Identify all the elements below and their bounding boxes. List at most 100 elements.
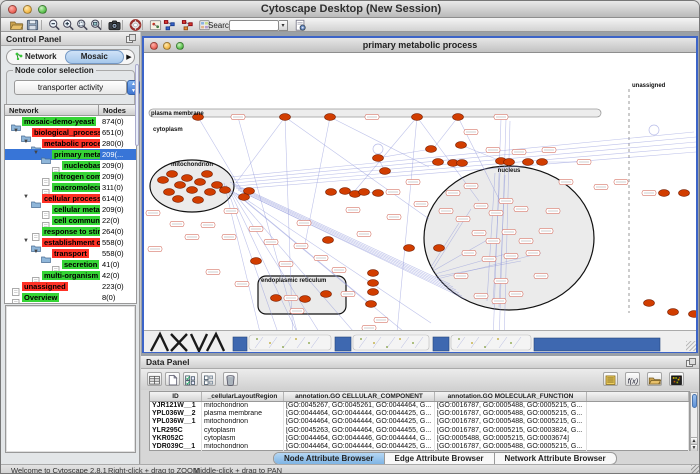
- gene-node[interactable]: [271, 295, 282, 302]
- gene-node[interactable]: [504, 159, 515, 166]
- float-data-panel-icon[interactable]: [686, 358, 696, 367]
- open-session-button[interactable]: [9, 19, 24, 31]
- gene-node[interactable]: [359, 189, 370, 196]
- gene-node[interactable]: [202, 171, 213, 178]
- tree-row-multi-organism-pro[interactable]: multi-organism pro42(0): [5, 270, 136, 281]
- gene-node[interactable]: [205, 189, 216, 196]
- expander-icon[interactable]: ▼: [23, 194, 29, 200]
- search-dropdown-button[interactable]: ▾: [279, 20, 288, 31]
- gene-node[interactable]: [433, 159, 444, 166]
- network-canvas[interactable]: plasma membranecytoplasmmitochondrionnuc…: [144, 53, 696, 330]
- strip-selected-block[interactable]: [233, 337, 247, 351]
- tree-column-nodes[interactable]: Nodes: [98, 104, 137, 116]
- column-header[interactable]: [587, 392, 689, 401]
- gene-node[interactable]: [280, 114, 291, 121]
- help-button[interactable]: [128, 19, 143, 31]
- gene-node[interactable]: [456, 142, 467, 149]
- tree-row-cellular-process[interactable]: ▼cellular process614(0): [5, 193, 136, 204]
- expander-icon[interactable]: ▼: [23, 238, 29, 244]
- snapshot-button[interactable]: [107, 19, 122, 31]
- expander-icon[interactable]: ▼: [33, 150, 39, 156]
- strip-selected-block[interactable]: [335, 337, 351, 351]
- tab-overflow-arrow[interactable]: ▶: [124, 53, 134, 61]
- tree-scrollbar[interactable]: [135, 64, 139, 146]
- table-row[interactable]: YDR039C__1mitochondrion[GO:0044464, GO:0…: [150, 443, 689, 451]
- gene-node[interactable]: [659, 190, 670, 197]
- gene-node[interactable]: [173, 196, 184, 203]
- matrix-view-button[interactable]: [669, 372, 684, 386]
- annotation-button[interactable]: [148, 19, 163, 31]
- gene-node[interactable]: [457, 160, 468, 167]
- gene-node[interactable]: [453, 114, 464, 121]
- attribute-batch-button[interactable]: [603, 372, 618, 386]
- tab-node-attribute-browser[interactable]: Node Attribute Browser: [274, 453, 385, 464]
- expander-icon[interactable]: ▼: [23, 139, 29, 145]
- birdseye-view-panel[interactable]: [5, 305, 136, 453]
- table-row[interactable]: YKR052Ccytoplasm[GO:0044464, GO:0044446,…: [150, 435, 689, 443]
- gene-node[interactable]: [323, 237, 334, 244]
- table-scrollbar-thumb[interactable]: [692, 394, 697, 408]
- tree-row-cellular-metabol[interactable]: cellular metabol209(0): [5, 204, 136, 215]
- gene-node[interactable]: [426, 146, 437, 153]
- scroll-up-button[interactable]: ▲: [691, 437, 697, 444]
- node-color-combobox[interactable]: transporter activity ▲▼: [14, 80, 127, 95]
- gene-node[interactable]: [175, 182, 186, 189]
- scroll-down-button[interactable]: ▼: [691, 444, 697, 451]
- gene-node[interactable]: [251, 258, 262, 265]
- import-attributes-button[interactable]: [647, 372, 662, 386]
- search-input[interactable]: [229, 20, 279, 31]
- gene-node[interactable]: [434, 245, 445, 252]
- zoom-selected-button[interactable]: [75, 19, 90, 31]
- zoom-out-button[interactable]: [47, 19, 62, 31]
- gene-node[interactable]: [679, 190, 690, 197]
- delete-attribute-button[interactable]: [223, 372, 238, 386]
- search-options-button[interactable]: [293, 19, 308, 31]
- tab-mosaic[interactable]: Mosaic: [65, 50, 125, 64]
- table-row[interactable]: YJR121W__1mitochondrion[GO:0045267, GO:0…: [150, 402, 689, 410]
- strip-selected-bar[interactable]: [534, 338, 660, 351]
- gene-node[interactable]: [373, 155, 384, 162]
- table-row[interactable]: YLR295Ccytoplasm[GO:0045263, GO:0044464,…: [150, 427, 689, 435]
- table-scrollbar[interactable]: ▲ ▼: [690, 392, 698, 452]
- gene-node[interactable]: [689, 311, 697, 318]
- gene-node[interactable]: [644, 300, 655, 307]
- column-header[interactable]: ID: [150, 392, 202, 401]
- attribute-list-button[interactable]: [147, 372, 162, 386]
- zoom-in-button[interactable]: [61, 19, 76, 31]
- tree-column-network[interactable]: Network: [4, 104, 98, 116]
- tree-row-unassigned[interactable]: unassigned223(0): [5, 281, 136, 292]
- gene-node[interactable]: [380, 168, 391, 175]
- vizmapper-blue-button[interactable]: [162, 19, 177, 31]
- gene-node[interactable]: [668, 309, 679, 316]
- strip-selected-block[interactable]: [433, 337, 449, 351]
- strip-thumbnail[interactable]: [451, 335, 531, 350]
- tree-row-response-to-stimulu[interactable]: response to stimulu264(0): [5, 226, 136, 237]
- unselect-attributes-button[interactable]: [201, 372, 216, 386]
- gene-node[interactable]: [368, 289, 379, 296]
- expander-icon[interactable]: ▼: [33, 249, 39, 255]
- frame-resize-grip[interactable]: [686, 341, 696, 351]
- gene-node[interactable]: [212, 182, 223, 189]
- gene-node[interactable]: [404, 245, 415, 252]
- table-row[interactable]: YPL036W__2plasma membrane[GO:0044464, GO…: [150, 410, 689, 418]
- vizmapper-red-button[interactable]: [180, 19, 195, 31]
- tree-row-overview[interactable]: Overview8(0): [5, 292, 136, 303]
- tree-row-transport[interactable]: ▼transport558(0): [5, 248, 136, 259]
- gene-node[interactable]: [321, 291, 332, 298]
- gene-node[interactable]: [368, 270, 379, 277]
- tree-row-macromolecule[interactable]: macromolecule311(0): [5, 182, 136, 193]
- gene-node[interactable]: [368, 280, 379, 287]
- tree-row-nucleobase-[interactable]: nucleobase-209(0): [5, 160, 136, 171]
- gene-node[interactable]: [325, 114, 336, 121]
- canvas-bottom-strip[interactable]: [144, 330, 696, 352]
- gene-node[interactable]: [158, 177, 169, 184]
- gene-node[interactable]: [187, 187, 198, 194]
- tree-row-primary-metabo[interactable]: ▼primary metabo209(...: [5, 149, 136, 160]
- function-builder-button[interactable]: f(x): [625, 372, 640, 386]
- tree-row-metabolic-process[interactable]: ▼metabolic process280(0): [5, 138, 136, 149]
- gene-node[interactable]: [366, 301, 377, 308]
- tree-row-biological-process[interactable]: ▼biological_process651(0): [5, 127, 136, 138]
- tree-row-mosaic-demo-yeast[interactable]: mosaic-demo-yeast874(0): [5, 116, 136, 127]
- gene-node[interactable]: [412, 114, 423, 121]
- column-header[interactable]: _cellularLayoutRegion: [202, 392, 284, 401]
